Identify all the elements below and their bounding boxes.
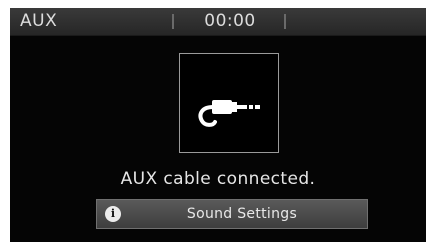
- info-icon: i: [105, 206, 121, 222]
- clock: 00:00: [204, 11, 256, 31]
- sound-settings-button[interactable]: i Sound Settings: [96, 199, 368, 229]
- status-bar: AUX 00:00: [10, 8, 426, 36]
- aux-cable-plug-icon: [179, 53, 279, 153]
- head-unit-screen: AUX 00:00 AUX cable connected. i Sound S…: [10, 8, 426, 242]
- status-message: AUX cable connected.: [120, 169, 316, 189]
- sound-settings-label: Sound Settings: [186, 206, 298, 222]
- status-divider: [172, 14, 174, 29]
- status-divider: [284, 14, 286, 29]
- source-label: AUX: [20, 11, 58, 31]
